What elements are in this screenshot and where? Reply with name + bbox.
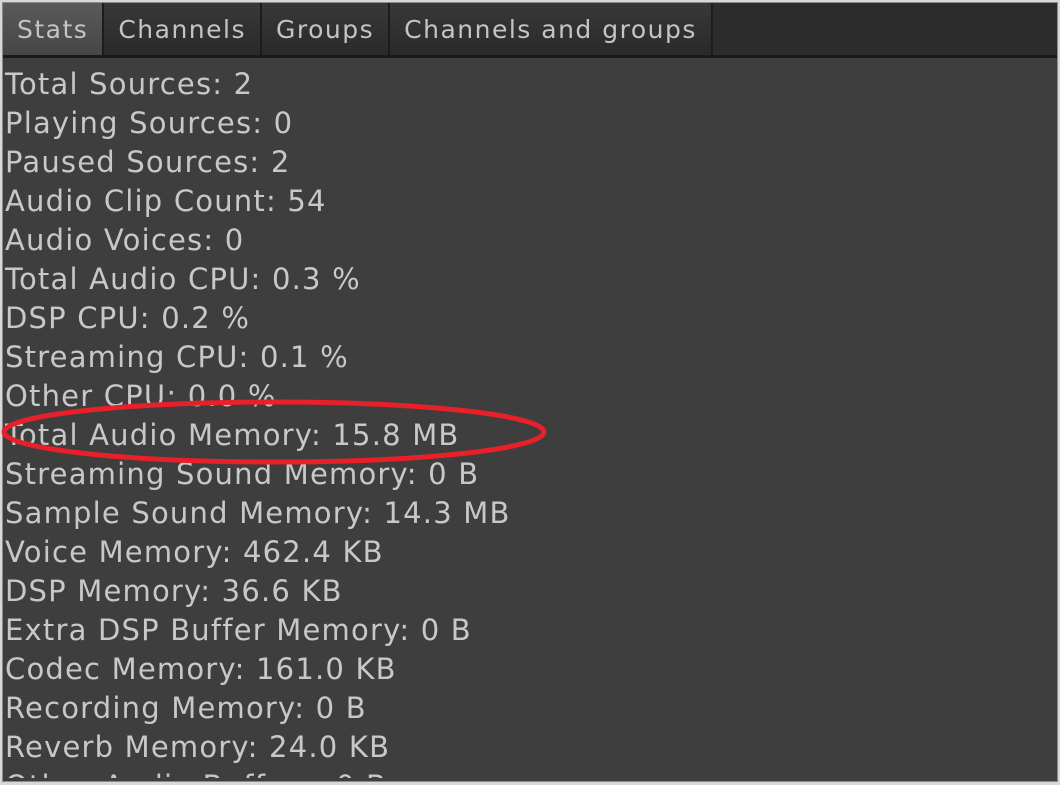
stat-line: Codec Memory: 161.0 KB — [5, 652, 397, 686]
stat-line: Total Sources: 2 — [5, 67, 254, 101]
tab-channels-and-groups[interactable]: Channels and groups — [390, 3, 713, 55]
audio-profiler-panel: Stats Channels Groups Channels and group… — [2, 2, 1058, 782]
stats-list: Total Sources: 2 Playing Sources: 0 Paused… — [3, 65, 1057, 778]
stat-line: Audio Voices: 0 — [5, 223, 245, 257]
stat-line: Voice Memory: 462.4 KB — [5, 535, 384, 569]
stat-line: DSP CPU: 0.2 % — [5, 301, 251, 335]
stat-line: Streaming CPU: 0.1 % — [5, 340, 349, 374]
stat-line: Audio Clip Count: 54 — [5, 184, 327, 218]
stat-line: Streaming Sound Memory: 0 B — [5, 457, 480, 491]
stat-line: DSP Memory: 36.6 KB — [5, 574, 343, 608]
stat-line: Other Audio Buffers: 0 B — [3, 767, 1057, 778]
stat-line: Reverb Memory: 24.0 KB — [5, 730, 391, 764]
stat-line: Other CPU: 0.0 % — [5, 379, 277, 413]
tab-groups[interactable]: Groups — [262, 3, 391, 55]
tab-stats[interactable]: Stats — [3, 3, 105, 55]
stat-line: Recording Memory: 0 B — [5, 691, 367, 725]
stat-line: Total Audio CPU: 0.3 % — [5, 262, 361, 296]
tab-bar: Stats Channels Groups Channels and group… — [3, 3, 1057, 58]
stat-line: Total Audio Memory: 15.8 MB — [5, 418, 460, 452]
tab-channels[interactable]: Channels — [104, 3, 262, 55]
stat-line: Playing Sources: 0 — [5, 106, 294, 140]
stat-line: Sample Sound Memory: 14.3 MB — [5, 496, 511, 530]
stat-line: Paused Sources: 2 — [5, 145, 291, 179]
stat-line: Extra DSP Buffer Memory: 0 B — [5, 613, 472, 647]
